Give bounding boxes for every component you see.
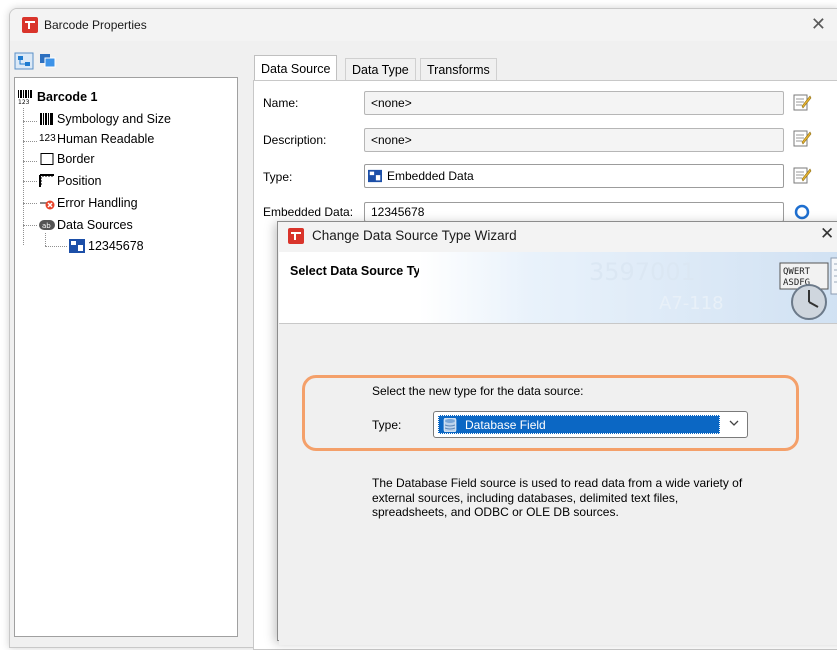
- embedded-data-icon: [368, 169, 382, 183]
- data-sources-icon: ab: [39, 220, 55, 230]
- tree-item-error-handling[interactable]: Error Handling: [39, 193, 229, 213]
- banner-code: A7-118: [659, 293, 724, 314]
- wizard-title: Change Data Source Type Wizard: [312, 228, 517, 243]
- select-selected-value: Database Field: [438, 415, 720, 434]
- tree-item-human-readable[interactable]: 123 Human Readable: [39, 129, 229, 149]
- expand-tree-icon[interactable]: [14, 52, 34, 70]
- tree-toolbar: [14, 50, 76, 72]
- barcode-icon: [40, 113, 53, 125]
- wizard-close-icon[interactable]: ✕: [820, 224, 834, 244]
- wizard-title-bar: Change Data Source Type Wizard ✕: [278, 222, 837, 252]
- select-value-text: Database Field: [465, 418, 546, 432]
- embedded-data-options-icon[interactable]: [792, 202, 812, 220]
- edit-type-icon[interactable]: [792, 165, 812, 185]
- type-value: Embedded Data: [387, 169, 474, 183]
- description-field[interactable]: <none>: [364, 128, 784, 152]
- edit-name-icon[interactable]: [792, 92, 812, 112]
- data-source-type-select[interactable]: Database Field: [433, 411, 748, 438]
- wizard-type-label: Type:: [372, 418, 402, 432]
- embedded-data-label: Embedded Data:: [263, 205, 354, 219]
- tree-item-label: Barcode 1: [37, 90, 98, 104]
- wizard-prompt: Select the new type for the data source:: [372, 384, 584, 398]
- banner-number: 3597001: [589, 258, 696, 286]
- tree-connector: [23, 181, 37, 182]
- embedded-data-field[interactable]: 12345678: [364, 202, 784, 222]
- tab-data-type[interactable]: Data Type: [345, 58, 416, 82]
- tree-item-symbology[interactable]: Symbology and Size: [39, 109, 229, 129]
- tree-item-position[interactable]: Position: [39, 171, 229, 191]
- tree-connector: [45, 246, 67, 247]
- layers-icon[interactable]: [38, 52, 58, 70]
- tree-item-barcode[interactable]: 123 Barcode 1: [17, 87, 227, 107]
- tab-data-source[interactable]: Data Source: [254, 55, 338, 81]
- tree-item-label: Human Readable: [57, 132, 155, 146]
- edit-description-icon[interactable]: [792, 128, 812, 148]
- name-label: Name:: [263, 96, 299, 110]
- window-title: Barcode Properties: [44, 18, 147, 32]
- tree-connector: [23, 225, 37, 226]
- tree-item-label: Border: [57, 152, 95, 166]
- wizard-header: Select Data Source Type 3597001 A7-118 Q…: [279, 252, 837, 324]
- type-label: Type:: [263, 170, 293, 184]
- tree-view[interactable]: 123 Barcode 1 Symbology and Size 123 Hum…: [14, 77, 238, 637]
- text-123-icon: 123: [39, 133, 56, 144]
- app-logo-icon: [288, 228, 304, 244]
- close-icon[interactable]: ✕: [811, 14, 826, 35]
- position-icon: [39, 174, 54, 187]
- app-logo-icon: [22, 17, 38, 33]
- database-field-icon: [443, 418, 457, 432]
- border-icon: [40, 153, 54, 165]
- tree-connector: [23, 203, 37, 204]
- barcode-123-icon: 123: [18, 90, 32, 104]
- tree-connector: [23, 121, 37, 122]
- tree-connector: [23, 161, 37, 162]
- embedded-data-icon: [69, 239, 85, 253]
- title-bar: Barcode Properties ✕: [10, 9, 837, 41]
- tree-item-label: Symbology and Size: [57, 112, 171, 126]
- tree-connector: [23, 141, 37, 142]
- name-field[interactable]: <none>: [364, 91, 784, 115]
- wizard-step-title: Select Data Source Type: [290, 264, 435, 278]
- tree-item-embedded-data[interactable]: 12345678: [69, 236, 219, 256]
- type-field[interactable]: Embedded Data: [364, 164, 784, 188]
- chevron-down-icon[interactable]: [728, 417, 740, 429]
- error-icon: [40, 200, 55, 210]
- tree-item-border[interactable]: Border: [39, 149, 229, 169]
- wizard-description: The Database Field source is used to rea…: [372, 476, 743, 519]
- tree-item-label: Position: [57, 174, 102, 188]
- wizard-banner-image: 3597001 A7-118 QWERT ASDFG: [419, 252, 837, 323]
- banner-keys-row1: QWERT: [783, 267, 811, 277]
- svg-text:123: 123: [18, 99, 30, 104]
- tree-item-label: Data Sources: [57, 218, 133, 232]
- tree-item-label: Error Handling: [57, 196, 138, 210]
- tab-transforms[interactable]: Transforms: [420, 58, 497, 82]
- tree-item-label: 12345678: [88, 239, 144, 253]
- description-label: Description:: [263, 133, 327, 147]
- tree-item-data-sources[interactable]: ab Data Sources: [39, 215, 229, 235]
- svg-text:ab: ab: [42, 222, 51, 230]
